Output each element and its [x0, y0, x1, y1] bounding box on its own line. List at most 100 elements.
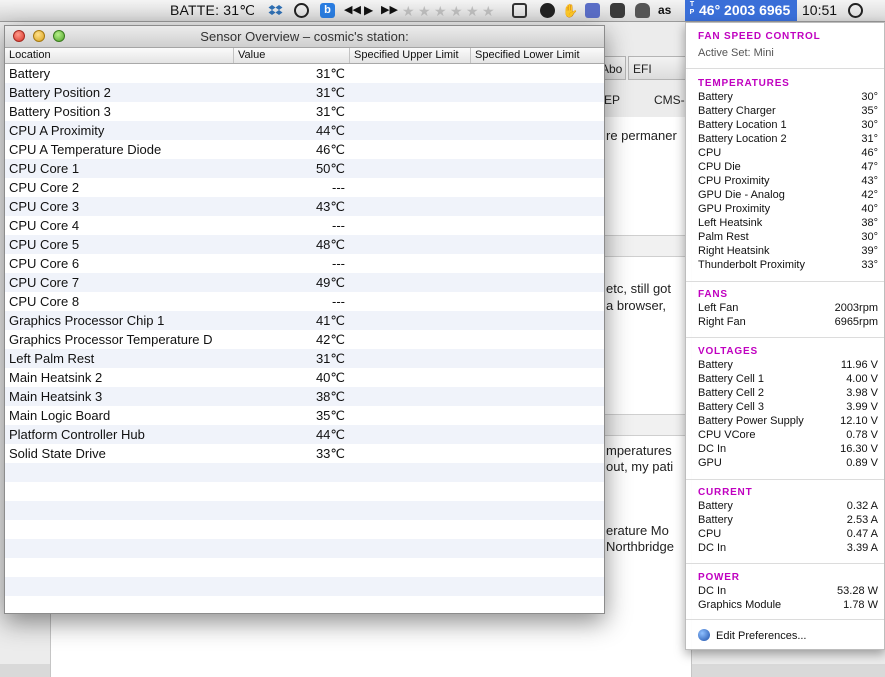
window-title: Sensor Overview – cosmic's station: — [200, 29, 409, 44]
empty-table-row — [5, 577, 604, 596]
star-icon[interactable]: ★ — [418, 1, 431, 21]
star-icon[interactable]: ★ — [450, 1, 463, 21]
bookmark-cms[interactable]: CMS- — [654, 93, 685, 107]
hand-icon[interactable]: ✋ — [562, 3, 578, 18]
sensor-value: 48℃ — [315, 237, 345, 252]
empty-table-row — [5, 558, 604, 577]
table-row[interactable]: Solid State Drive 33℃ — [5, 444, 604, 463]
dropbox-icon[interactable] — [268, 3, 283, 18]
sensor-location: CPU A Temperature Diode — [9, 142, 162, 157]
tab-efi[interactable]: EFI — [628, 56, 688, 80]
table-row[interactable]: CPU Core 2 --- — [5, 178, 604, 197]
sensor-value: --- — [332, 180, 345, 195]
sensor-location: CPU A Proximity — [9, 123, 105, 138]
voltages-label: GPU — [698, 457, 722, 469]
sync-icon[interactable] — [294, 3, 309, 18]
empty-table-row — [5, 539, 604, 558]
temperatures-value: 38° — [861, 217, 878, 229]
column-header-upper-limit[interactable]: Specified Upper Limit — [350, 48, 471, 63]
dock-icon[interactable] — [512, 3, 527, 18]
table-row[interactable]: Left Palm Rest 31℃ — [5, 349, 604, 368]
sensor-location: CPU Core 4 — [9, 218, 80, 233]
bookmark-ep[interactable]: EP — [604, 93, 620, 107]
temperatures-label: Battery Location 1 — [698, 119, 787, 131]
edit-preferences-item[interactable]: Edit Preferences... — [698, 628, 807, 644]
sensor-location: Battery — [9, 66, 51, 81]
b-app-icon[interactable]: b — [320, 3, 335, 18]
minimize-button[interactable] — [33, 30, 45, 42]
panel-separator — [686, 479, 884, 480]
table-row[interactable]: Battery Position 2 31℃ — [5, 83, 604, 102]
window-titlebar[interactable]: Sensor Overview – cosmic's station: — [5, 26, 604, 48]
panel-separator — [686, 619, 884, 620]
temperatures-label: Left Heatsink — [698, 217, 763, 229]
column-header-lower-limit[interactable]: Specified Lower Limit — [471, 48, 604, 63]
table-row[interactable]: CPU Core 4 --- — [5, 216, 604, 235]
table-row[interactable]: CPU Core 5 48℃ — [5, 235, 604, 254]
sensor-location: CPU Core 7 — [9, 275, 80, 290]
evernote-icon[interactable] — [610, 3, 625, 18]
sensor-value: 33℃ — [315, 446, 345, 461]
temperatures-value: 47° — [861, 161, 878, 173]
table-row[interactable]: Battery 31℃ — [5, 64, 604, 83]
column-header-value[interactable]: Value — [234, 48, 350, 63]
sensor-location: Graphics Processor Chip 1 — [9, 313, 165, 328]
panel-separator — [686, 68, 884, 69]
tgpro-icon: T P — [689, 1, 695, 16]
table-row[interactable]: Main Heatsink 2 40℃ — [5, 368, 604, 387]
sensor-location: CPU Core 6 — [9, 256, 80, 271]
active-set-label[interactable]: Active Set: Mini — [698, 46, 774, 60]
menu-clock[interactable]: 10:51 — [802, 0, 837, 21]
temperatures-value: 30° — [861, 91, 878, 103]
table-row[interactable]: CPU Core 6 --- — [5, 254, 604, 273]
background-text-line: erature Mo — [606, 523, 669, 538]
temperatures-label: CPU — [698, 147, 722, 159]
background-tabs: Abo EFI — [596, 56, 696, 82]
column-header-location[interactable]: Location — [5, 48, 234, 63]
cat-icon[interactable] — [635, 3, 650, 18]
table-row[interactable]: CPU Core 7 49℃ — [5, 273, 604, 292]
voltages-value: 3.99 V — [846, 401, 878, 413]
table-row[interactable]: Platform Controller Hub 44℃ — [5, 425, 604, 444]
star-icon[interactable]: ★ — [434, 1, 447, 21]
current-label: CPU — [698, 528, 722, 540]
power-title: POWER — [698, 572, 740, 583]
play-icon[interactable]: ▶ — [364, 3, 379, 18]
star-icon[interactable]: ★ — [482, 1, 495, 21]
voltages-label: Battery Cell 3 — [698, 401, 765, 413]
rewind-icon[interactable]: ◀◀ — [344, 3, 361, 18]
table-row[interactable]: CPU A Proximity 44℃ — [5, 121, 604, 140]
time-machine-icon[interactable] — [848, 3, 863, 18]
power-label: DC In — [698, 585, 727, 597]
star-icon[interactable]: ★ — [466, 1, 479, 21]
table-row[interactable]: CPU Core 3 43℃ — [5, 197, 604, 216]
table-row[interactable]: Graphics Processor Temperature D 42℃ — [5, 330, 604, 349]
temperatures-label: CPU Die — [698, 161, 741, 173]
power-value: 1.78 W — [843, 599, 878, 611]
temperatures-value: 33° — [861, 259, 878, 271]
table-row[interactable]: CPU A Temperature Diode 46℃ — [5, 140, 604, 159]
temperatures-label: Battery — [698, 91, 733, 103]
panel-separator — [686, 563, 884, 564]
fans-label: Left Fan — [698, 302, 739, 314]
table-row[interactable]: CPU Core 1 50℃ — [5, 159, 604, 178]
table-row[interactable]: Battery Position 3 31℃ — [5, 102, 604, 121]
voltages-label: Battery Cell 1 — [698, 373, 765, 385]
close-button[interactable] — [13, 30, 25, 42]
table-row[interactable]: CPU Core 8 --- — [5, 292, 604, 311]
empty-table-row — [5, 463, 604, 482]
square-icon[interactable] — [585, 3, 600, 18]
voltages-value: 16.30 V — [840, 443, 878, 455]
table-row[interactable]: Main Heatsink 3 38℃ — [5, 387, 604, 406]
forward-icon[interactable]: ▶▶ — [381, 3, 398, 18]
lastfm-icon[interactable]: as — [658, 3, 673, 18]
table-row[interactable]: Graphics Processor Chip 1 41℃ — [5, 311, 604, 330]
battery-temp-status[interactable]: BATTE: 31℃ — [170, 0, 255, 21]
clock-icon[interactable] — [540, 3, 555, 18]
tgpro-menu-extra[interactable]: T P 46° 2003 6965 — [685, 0, 797, 21]
current-value: 3.39 A — [846, 542, 878, 554]
temperatures-value: 40° — [861, 203, 878, 215]
zoom-button[interactable] — [53, 30, 65, 42]
table-row[interactable]: Main Logic Board 35℃ — [5, 406, 604, 425]
star-icon[interactable]: ★ — [402, 1, 415, 21]
